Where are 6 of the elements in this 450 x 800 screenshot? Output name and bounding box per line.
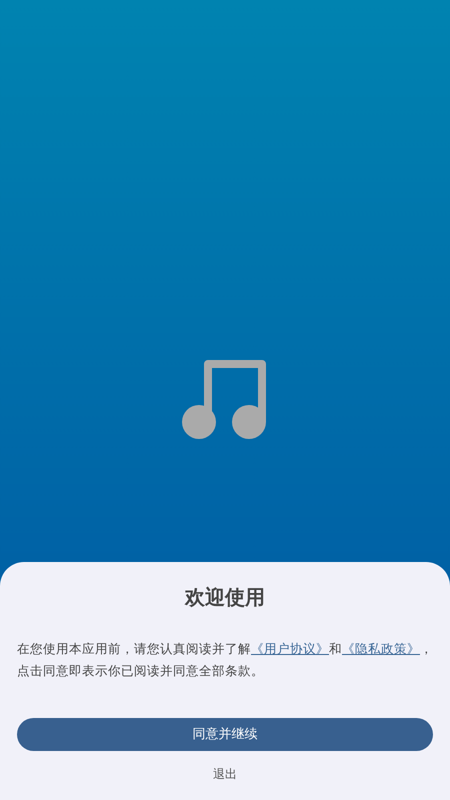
- agreement-link[interactable]: 《隐私政策》: [342, 641, 420, 656]
- notice-text: 在您使用本应用前，请您认真阅读并了解《用户协议》和《隐私政策》，点击同意即表示你已阅读并同意全部条款。: [17, 640, 433, 680]
- agreement-link[interactable]: 《用户协议》: [251, 641, 329, 656]
- dialog-title: 欢迎使用: [185, 584, 265, 611]
- exit-button[interactable]: 退出: [205, 765, 245, 783]
- agree-button[interactable]: 同意并继续: [17, 718, 433, 751]
